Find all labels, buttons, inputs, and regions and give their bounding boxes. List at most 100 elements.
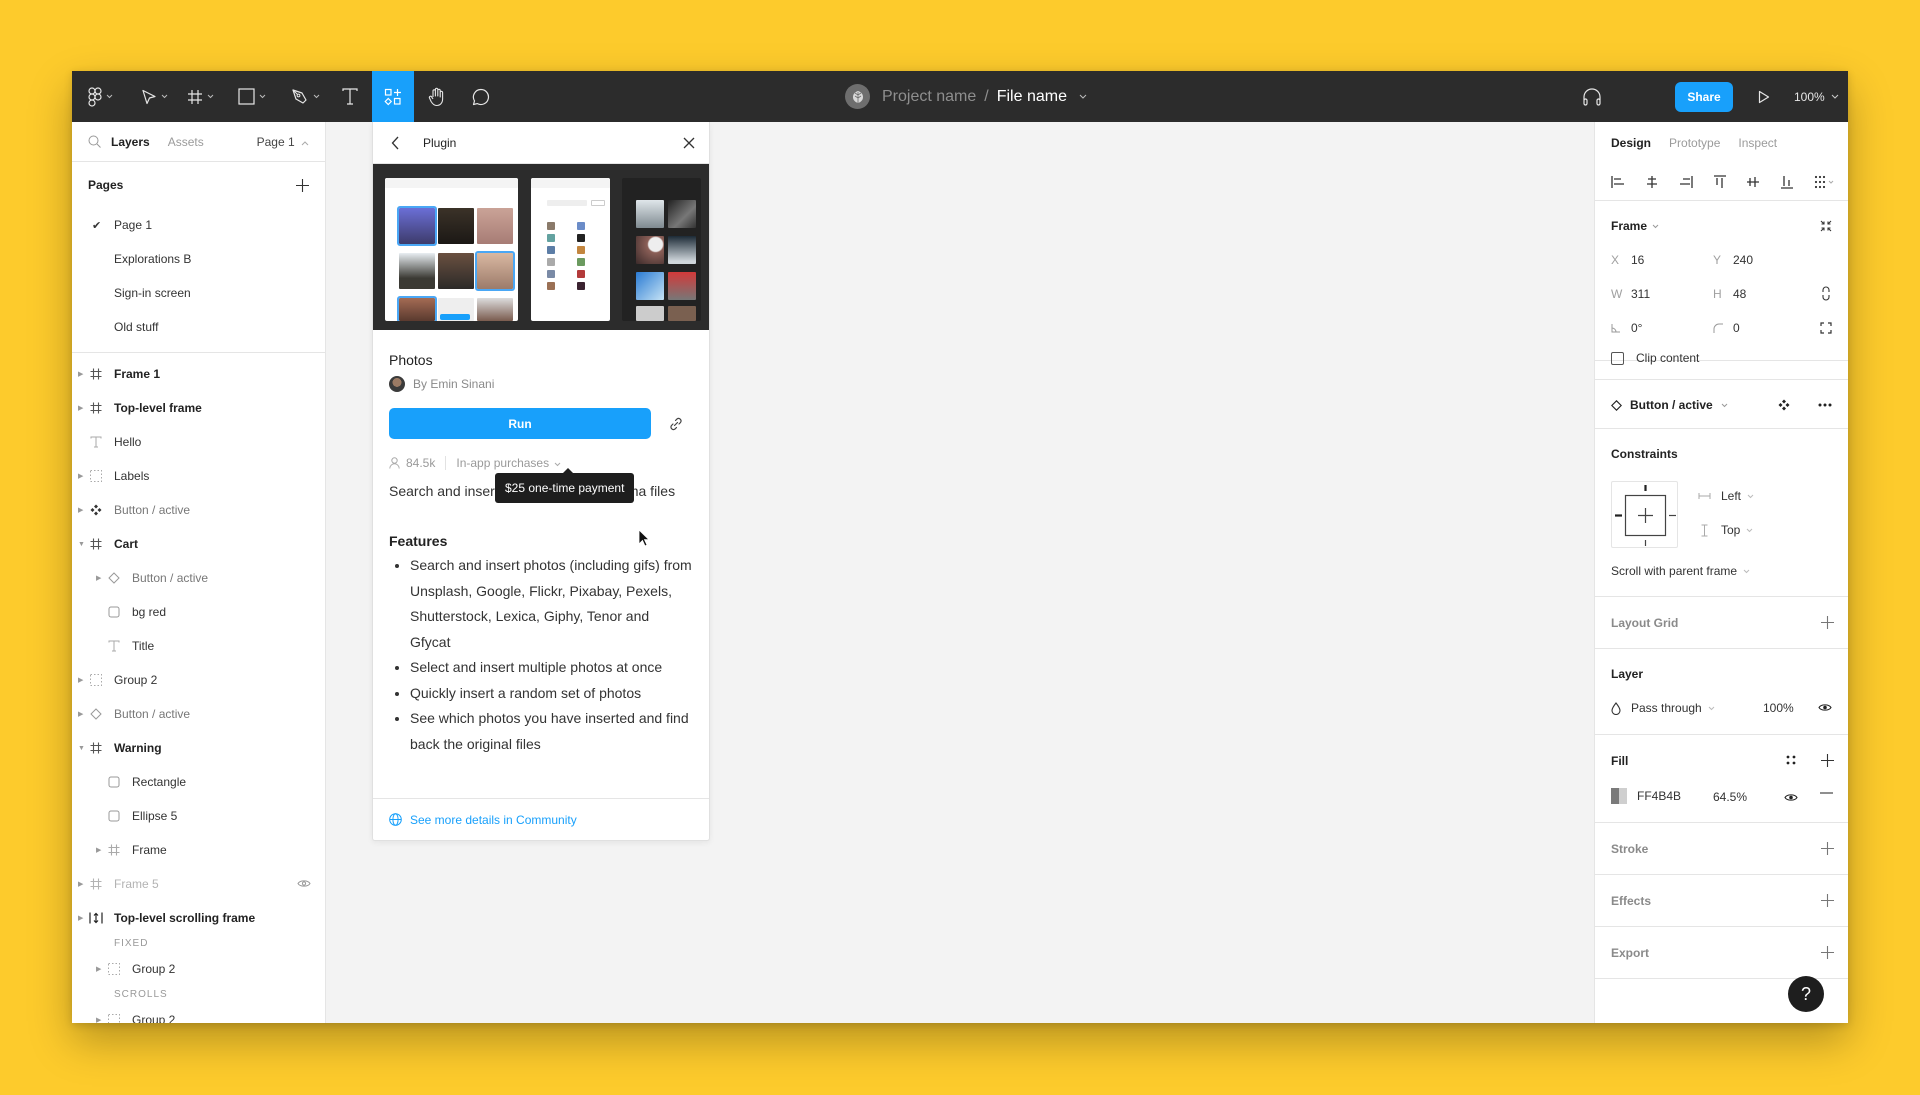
x-field[interactable]: X 16	[1611, 253, 1644, 267]
chevron-down-icon[interactable]	[1079, 94, 1087, 99]
main-menu-button[interactable]	[80, 71, 120, 122]
align-left-button[interactable]	[1611, 175, 1645, 189]
tab-design[interactable]: Design	[1611, 136, 1651, 150]
eye-icon[interactable]	[1784, 793, 1798, 802]
file-title[interactable]: Project name / File name	[845, 71, 1087, 122]
copy-link-icon[interactable]	[668, 416, 684, 432]
layer-row[interactable]: ▼ Warning	[72, 731, 325, 765]
text-tool-button[interactable]	[330, 71, 370, 122]
y-field[interactable]: Y 240	[1713, 253, 1753, 267]
search-icon[interactable]	[88, 135, 101, 148]
page-selector[interactable]: Page 1	[257, 135, 309, 149]
fill-opacity-field[interactable]: 64.5%	[1713, 790, 1747, 804]
layer-row[interactable]: Rectangle	[72, 765, 325, 799]
caret-right-icon[interactable]: ▶	[78, 914, 83, 922]
layer-row[interactable]: Ellipse 5	[72, 799, 325, 833]
align-h-center-button[interactable]	[1645, 175, 1679, 189]
height-field[interactable]: H 48	[1713, 287, 1746, 301]
clip-content-toggle[interactable]: Clip content	[1611, 351, 1699, 365]
add-effect-icon[interactable]	[1821, 894, 1834, 907]
back-icon[interactable]	[391, 136, 400, 150]
align-right-button[interactable]	[1679, 175, 1713, 189]
layer-row[interactable]: ▶ Top-level frame	[72, 391, 325, 425]
frame-type-dropdown[interactable]: Frame	[1611, 219, 1659, 233]
layer-row[interactable]: Hello	[72, 425, 325, 459]
pen-tool-button[interactable]	[284, 71, 326, 122]
page-item[interactable]: Old stuff	[72, 310, 325, 344]
fill-hex-value[interactable]: FF4B4B	[1637, 789, 1681, 803]
caret-right-icon[interactable]: ▶	[78, 404, 83, 412]
tab-assets[interactable]: Assets	[168, 135, 204, 149]
comment-tool-button[interactable]	[460, 71, 502, 122]
layer-row[interactable]: ▶ Labels	[72, 459, 325, 493]
independent-corners-icon[interactable]	[1820, 322, 1832, 334]
styles-grid-icon[interactable]	[1786, 755, 1796, 765]
corner-radius-field[interactable]: 0	[1713, 321, 1740, 335]
layer-row[interactable]: ▶ Group 2	[72, 1003, 325, 1023]
help-button[interactable]: ?	[1788, 976, 1824, 1012]
caret-right-icon[interactable]: ▶	[96, 574, 101, 582]
layer-opacity-field[interactable]: 100%	[1763, 701, 1794, 715]
eye-icon[interactable]	[1818, 703, 1832, 712]
audio-button[interactable]	[1572, 71, 1612, 122]
instance-swap-dropdown[interactable]: Button / active	[1611, 398, 1728, 412]
layer-row[interactable]: ▶ Button / active	[72, 561, 325, 595]
resources-tool-button[interactable]	[372, 71, 414, 122]
caret-right-icon[interactable]: ▶	[78, 880, 83, 888]
layer-row[interactable]: bg red	[72, 595, 325, 629]
tab-inspect[interactable]: Inspect	[1738, 136, 1777, 150]
share-button[interactable]: Share	[1675, 82, 1733, 112]
close-icon[interactable]	[683, 137, 695, 149]
width-field[interactable]: W 311	[1611, 287, 1650, 301]
fill-swatch[interactable]	[1611, 788, 1627, 804]
layer-row[interactable]: ▶ Frame 1	[72, 357, 325, 391]
more-options-icon[interactable]	[1818, 403, 1832, 407]
zoom-dropdown[interactable]: 100%	[1794, 71, 1839, 122]
add-layout-grid-icon[interactable]	[1821, 616, 1834, 629]
layer-row[interactable]: Title	[72, 629, 325, 663]
blend-mode-dropdown[interactable]: Pass through	[1611, 701, 1715, 715]
plugin-author[interactable]: By Emin Sinani	[389, 376, 693, 392]
clip-content-checkbox[interactable]	[1611, 351, 1624, 365]
go-to-main-component-icon[interactable]	[1778, 399, 1790, 411]
add-export-icon[interactable]	[1821, 946, 1834, 959]
distribute-button[interactable]	[1814, 175, 1848, 189]
caret-right-icon[interactable]: ▶	[78, 472, 83, 480]
constrain-proportions-icon[interactable]	[1822, 286, 1830, 301]
layer-row[interactable]: ▶ Top-level scrolling frame	[72, 901, 325, 935]
pricing-dropdown[interactable]: In-app purchases	[456, 456, 561, 470]
rotation-field[interactable]: 0°	[1611, 321, 1642, 335]
remove-fill-icon[interactable]	[1820, 792, 1833, 794]
add-stroke-icon[interactable]	[1821, 842, 1834, 855]
fill-row[interactable]: FF4B4B	[1611, 788, 1681, 804]
caret-right-icon[interactable]: ▶	[78, 710, 83, 718]
layer-row[interactable]: ▼ Cart	[72, 527, 325, 561]
add-page-icon[interactable]	[296, 178, 309, 192]
resize-to-fit-icon[interactable]	[1820, 220, 1832, 232]
layer-row[interactable]: ▶ Group 2	[72, 952, 325, 986]
tab-prototype[interactable]: Prototype	[1669, 136, 1720, 150]
caret-right-icon[interactable]: ▶	[96, 1016, 101, 1023]
shape-tool-button[interactable]	[232, 71, 272, 122]
caret-down-icon[interactable]: ▼	[78, 541, 85, 548]
align-bottom-button[interactable]	[1780, 175, 1814, 189]
run-plugin-button[interactable]: Run	[389, 408, 651, 439]
frame-tool-button[interactable]	[180, 71, 220, 122]
caret-right-icon[interactable]: ▶	[78, 676, 83, 684]
page-item[interactable]: ✔ Page 1	[72, 208, 325, 242]
constraints-widget[interactable]	[1611, 481, 1678, 548]
page-item[interactable]: Explorations B	[72, 242, 325, 276]
move-tool-button[interactable]	[134, 71, 174, 122]
file-name[interactable]: File name	[997, 88, 1067, 106]
align-top-button[interactable]	[1713, 174, 1747, 189]
vertical-constraint-dropdown[interactable]: Top	[1698, 523, 1753, 537]
visibility-eye-icon[interactable]	[297, 877, 311, 891]
project-name[interactable]: Project name	[882, 88, 976, 106]
align-v-center-button[interactable]	[1746, 175, 1780, 189]
layer-row[interactable]: ▶ Button / active	[72, 697, 325, 731]
community-link[interactable]: See more details in Community	[373, 798, 709, 840]
present-button[interactable]	[1747, 71, 1781, 122]
layer-row[interactable]: ▶ Frame	[72, 833, 325, 867]
add-fill-icon[interactable]	[1821, 754, 1834, 767]
caret-down-icon[interactable]: ▼	[78, 745, 85, 752]
